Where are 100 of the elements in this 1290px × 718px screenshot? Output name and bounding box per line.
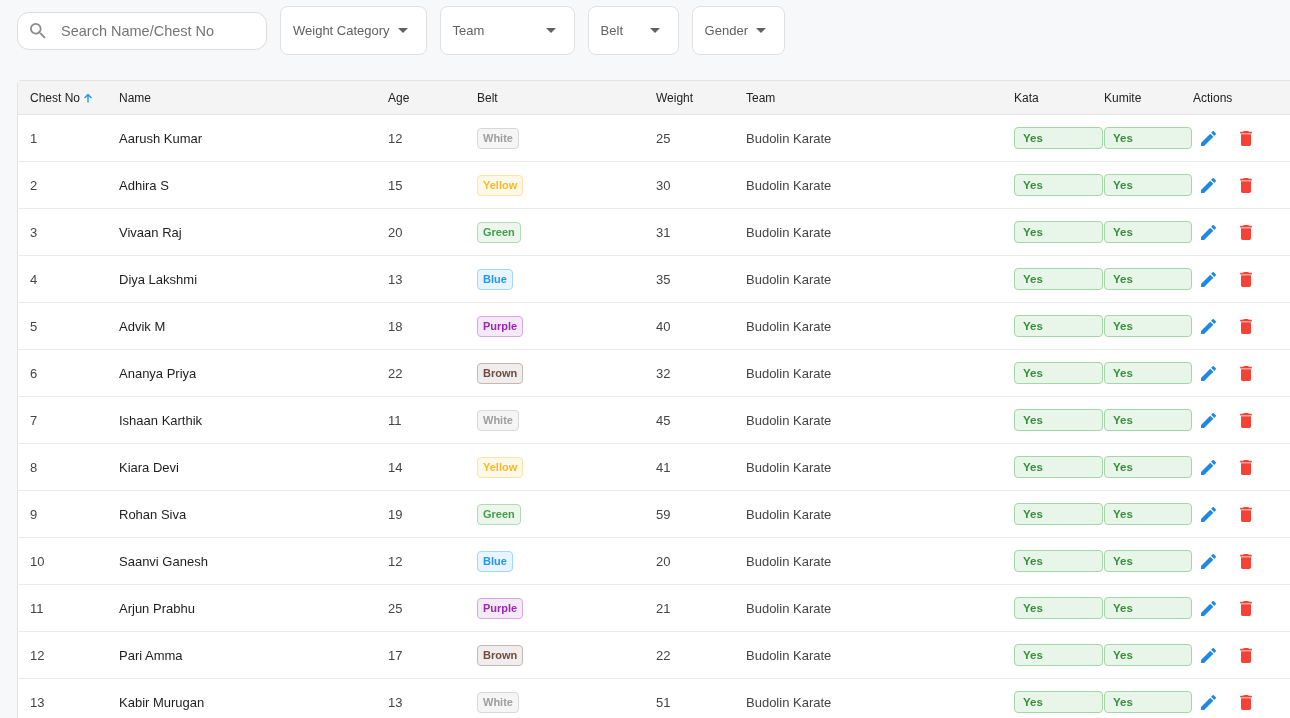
table-cell: Budolin Karate	[746, 459, 832, 475]
column-header[interactable]: Team	[746, 81, 776, 114]
table-cell: Budolin Karate	[746, 553, 832, 569]
kata-status: Yes	[1014, 268, 1103, 290]
table-cell: 30	[656, 177, 671, 193]
kata-status: Yes	[1014, 221, 1103, 243]
column-header[interactable]: Belt	[477, 81, 498, 114]
belt-tag: Yellow	[477, 174, 524, 196]
table-cell: Budolin Karate	[746, 271, 832, 287]
trash-icon	[1240, 600, 1252, 616]
table-cell: 10	[30, 553, 45, 569]
kata-status: Yes	[1014, 550, 1103, 572]
trash-icon	[1240, 412, 1252, 428]
belt-tag: Brown	[477, 644, 524, 666]
column-header[interactable]: Actions	[1193, 81, 1233, 114]
table-cell: Budolin Karate	[746, 318, 832, 334]
table-cell: 19	[388, 506, 403, 522]
table-cell: 31	[656, 224, 671, 240]
table-cell: 35	[656, 271, 671, 287]
belt-tag: Green	[477, 221, 521, 243]
kumite-status: Yes	[1104, 127, 1192, 149]
belt-tag: Brown	[477, 362, 524, 384]
belt-tag: Yellow	[477, 456, 524, 478]
table-cell: 13	[30, 694, 45, 710]
column-header[interactable]: Age	[388, 81, 410, 114]
column-header[interactable]: Kumite	[1104, 81, 1142, 114]
trash-icon	[1240, 177, 1252, 193]
table-cell: 51	[656, 694, 671, 710]
kumite-status: Yes	[1104, 503, 1192, 525]
filter-dropdown[interactable]: Gender	[691, 6, 785, 55]
belt-tag: White	[477, 409, 519, 431]
table-cell: 41	[656, 459, 671, 475]
table-cell: 25	[388, 600, 403, 616]
trash-icon	[1240, 318, 1252, 334]
table-cell: Rohan Siva	[119, 506, 187, 522]
trash-icon	[1240, 459, 1252, 475]
pencil-icon	[1201, 130, 1216, 146]
filter-dropdown[interactable]: Team	[439, 6, 575, 55]
table-cell: Budolin Karate	[746, 224, 832, 240]
belt-tag: Purple	[477, 315, 524, 337]
trash-icon	[1240, 130, 1252, 146]
table-cell: Diya Lakshmi	[119, 271, 198, 287]
pencil-icon	[1201, 647, 1216, 663]
table-cell: 25	[656, 130, 671, 146]
kumite-status: Yes	[1104, 268, 1192, 290]
table-cell: 32	[656, 365, 671, 381]
table-cell: Budolin Karate	[746, 177, 832, 193]
column-header[interactable]: Weight	[656, 81, 694, 114]
table-cell: 6	[30, 365, 38, 381]
table-cell: 11	[30, 600, 44, 616]
table-cell: Vivaan Raj	[119, 224, 182, 240]
table-cell: Budolin Karate	[746, 600, 832, 616]
caret-icon	[755, 28, 766, 33]
pencil-icon	[1201, 553, 1216, 569]
table-cell: Kiara Devi	[119, 459, 179, 475]
pencil-icon	[1201, 177, 1216, 193]
table-cell: Ishaan Karthik	[119, 412, 203, 428]
kumite-status: Yes	[1104, 409, 1192, 431]
caret-icon	[397, 28, 408, 33]
table-cell: Budolin Karate	[746, 694, 832, 710]
search-field[interactable]: Search Name/Chest No	[17, 11, 267, 50]
table-cell: 2	[30, 177, 38, 193]
kata-status: Yes	[1014, 362, 1103, 384]
kata-status: Yes	[1014, 503, 1103, 525]
table-cell: Kabir Murugan	[119, 694, 205, 710]
kumite-status: Yes	[1104, 456, 1192, 478]
pencil-icon	[1201, 318, 1216, 334]
filter-dropdown[interactable]: Belt	[587, 6, 679, 55]
pencil-icon	[1201, 271, 1216, 287]
table-cell: 5	[30, 318, 38, 334]
trash-icon	[1240, 271, 1252, 287]
belt-tag: Blue	[477, 550, 513, 572]
belt-tag: White	[477, 691, 519, 713]
column-header[interactable]: Chest No	[30, 81, 94, 114]
pencil-icon	[1201, 694, 1216, 710]
trash-icon	[1240, 694, 1252, 710]
table-cell: 4	[30, 271, 38, 287]
table-cell: Ananya Priya	[119, 365, 197, 381]
search-icon	[30, 22, 46, 39]
filter-dropdown[interactable]: Weight Category	[280, 6, 427, 55]
table-cell: Budolin Karate	[746, 412, 832, 428]
belt-tag: White	[477, 127, 519, 149]
table-cell: Budolin Karate	[746, 647, 832, 663]
column-header[interactable]: Name	[119, 81, 151, 114]
table-cell: 1	[30, 130, 38, 146]
kumite-status: Yes	[1104, 644, 1192, 666]
table-cell: 14	[388, 459, 403, 475]
table-cell: 8	[30, 459, 38, 475]
kumite-status: Yes	[1104, 550, 1192, 572]
table-cell: 13	[388, 271, 403, 287]
table-cell: 9	[30, 506, 38, 522]
column-header[interactable]: Kata	[1014, 81, 1039, 114]
table-cell: Aarush Kumar	[119, 130, 203, 146]
kata-status: Yes	[1014, 315, 1103, 337]
pencil-icon	[1201, 224, 1216, 240]
kumite-status: Yes	[1104, 315, 1192, 337]
table-cell: 7	[30, 412, 38, 428]
kata-status: Yes	[1014, 174, 1103, 196]
table-cell: Budolin Karate	[746, 506, 832, 522]
trash-icon	[1240, 224, 1252, 240]
